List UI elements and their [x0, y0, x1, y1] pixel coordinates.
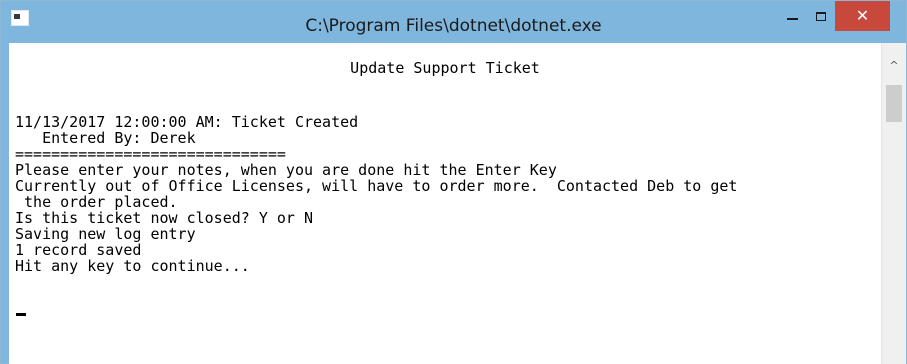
- maximize-button[interactable]: [807, 1, 835, 31]
- close-button[interactable]: ✕: [835, 1, 890, 31]
- console-output[interactable]: Update Support Ticket 11/13/2017 12:00:0…: [9, 43, 881, 364]
- console-header: Update Support Ticket: [350, 59, 540, 77]
- close-icon: ✕: [855, 6, 870, 25]
- console-window: C:\Program Files\dotnet\dotnet.exe ✕ Upd…: [0, 0, 907, 364]
- console-line: 1 record saved: [15, 241, 142, 259]
- console-line: Entered By: Derek: [15, 129, 196, 147]
- scroll-thumb[interactable]: [886, 85, 902, 122]
- scroll-up-arrow-icon[interactable]: ^: [882, 59, 906, 72]
- console-line: Currently out of Office Licenses, will h…: [15, 177, 738, 195]
- console-line: Please enter your notes, when you are do…: [15, 161, 557, 179]
- console-line: Hit any key to continue...: [15, 257, 250, 275]
- maximize-icon: [816, 11, 826, 21]
- window-title: C:\Program Files\dotnet\dotnet.exe: [305, 16, 602, 36]
- minimize-button[interactable]: [777, 1, 807, 31]
- text-cursor: [16, 313, 26, 316]
- console-separator: ==============================: [15, 145, 286, 163]
- minimize-icon: [786, 18, 798, 20]
- title-bar[interactable]: C:\Program Files\dotnet\dotnet.exe ✕: [1, 1, 906, 43]
- console-line: Is this ticket now closed? Y or N: [15, 209, 314, 227]
- vertical-scrollbar[interactable]: ^: [881, 43, 906, 364]
- console-line: 11/13/2017 12:00:00 AM: Ticket Created: [15, 113, 359, 131]
- console-line: Saving new log entry: [15, 225, 196, 243]
- console-line: the order placed.: [15, 193, 178, 211]
